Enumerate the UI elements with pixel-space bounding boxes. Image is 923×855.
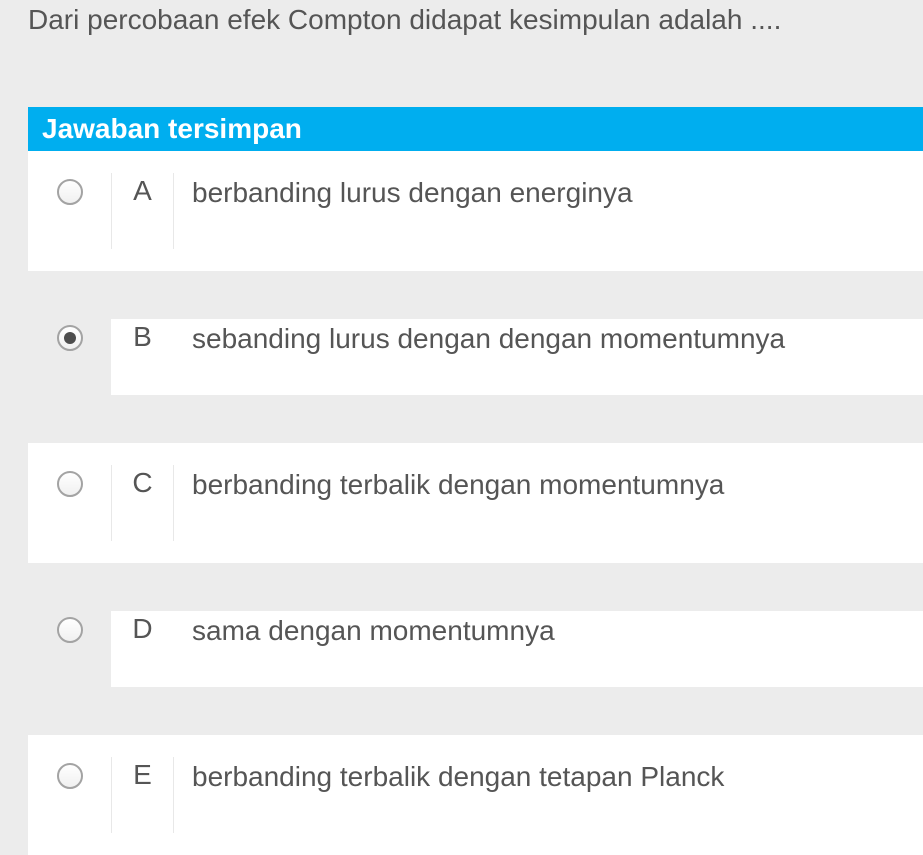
option-letter: B xyxy=(112,319,174,395)
radio-cell xyxy=(28,757,112,833)
answer-option-e[interactable]: E berbanding terbalik dengan tetapan Pla… xyxy=(28,735,923,855)
option-text: berbanding terbalik dengan momentumnya xyxy=(174,465,923,541)
option-letter: C xyxy=(112,465,174,541)
radio-button-d[interactable] xyxy=(57,617,83,643)
radio-cell xyxy=(28,173,112,249)
answer-saved-header: Jawaban tersimpan xyxy=(28,107,923,151)
radio-cell xyxy=(28,465,112,541)
answer-option-b[interactable]: B sebanding lurus dengan dengan momentum… xyxy=(28,297,923,417)
answer-option-d[interactable]: D sama dengan momentumnya xyxy=(28,589,923,709)
radio-button-e[interactable] xyxy=(57,763,83,789)
option-text: berbanding terbalik dengan tetapan Planc… xyxy=(174,757,923,833)
radio-button-b[interactable] xyxy=(57,325,83,351)
radio-button-c[interactable] xyxy=(57,471,83,497)
option-letter: E xyxy=(112,757,174,833)
answers-container: Jawaban tersimpan A berbanding lurus den… xyxy=(28,107,923,855)
option-text: berbanding lurus dengan energinya xyxy=(174,173,923,249)
option-text: sama dengan momentumnya xyxy=(174,611,923,687)
option-letter: D xyxy=(112,611,174,687)
radio-cell xyxy=(28,319,112,395)
option-text: sebanding lurus dengan dengan momentumny… xyxy=(174,319,923,395)
option-letter: A xyxy=(112,173,174,249)
answer-option-c[interactable]: C berbanding terbalik dengan momentumnya xyxy=(28,443,923,563)
question-text: Dari percobaan efek Compton didapat kesi… xyxy=(0,0,923,67)
radio-cell xyxy=(28,611,112,687)
radio-button-a[interactable] xyxy=(57,179,83,205)
answer-option-a[interactable]: A berbanding lurus dengan energinya xyxy=(28,151,923,271)
